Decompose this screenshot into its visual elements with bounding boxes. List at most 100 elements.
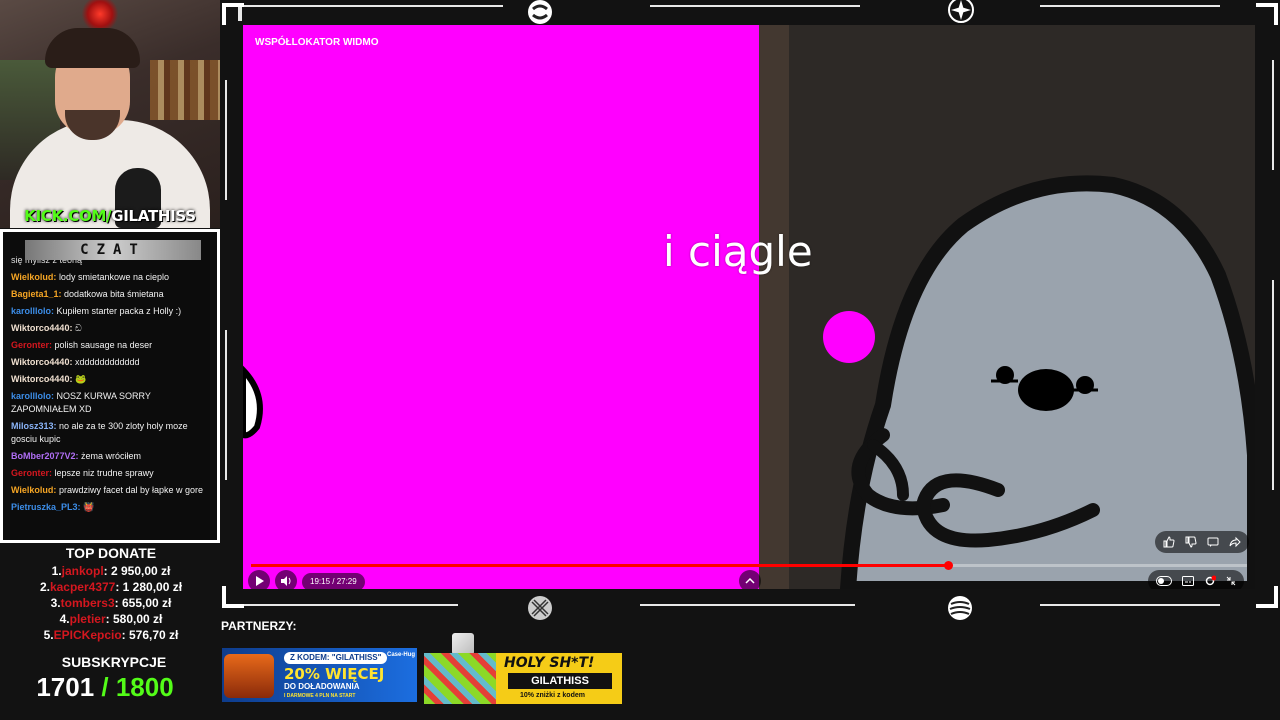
video-title: WSPÓŁLOKATOR WIDMO xyxy=(255,37,379,48)
treasure-chest-icon xyxy=(224,654,274,698)
donate-amount: : 655,00 zł xyxy=(114,596,172,610)
donate-name: EPICKepcio xyxy=(53,628,122,642)
partner1-code: Z KODEM: "GILATHISS" xyxy=(284,652,388,664)
chat-message: Bagieta1_1: dodatkowa bita śmietana xyxy=(11,288,211,301)
chat-message-text: 🐸 xyxy=(74,374,87,384)
chat-message: Wielkolud: prawdziwy facet dal by łapke … xyxy=(11,484,211,497)
donate-entry: 1.jankopl: 2 950,00 zł xyxy=(0,563,222,579)
thumbs-down-icon[interactable] xyxy=(1185,536,1197,548)
chat-message-text: xdddddddddddd xyxy=(74,357,140,367)
chat-username[interactable]: Bagieta1_1: xyxy=(11,289,62,299)
frame-corner xyxy=(1256,3,1278,25)
donate-name: tombers3 xyxy=(60,596,115,610)
chat-message-text: Kupiłem starter packa z Holly :) xyxy=(56,306,182,316)
video-progress-bar[interactable] xyxy=(251,561,1247,570)
play-button[interactable] xyxy=(248,570,270,589)
red-lamp xyxy=(80,0,120,28)
partner2-code: GILATHISS xyxy=(508,673,612,689)
chat-message-text: lepsze niz trudne sprawy xyxy=(54,468,154,478)
chat-message-text: prawdziwy facet dal by łapke w gore xyxy=(58,485,204,495)
chat-username[interactable]: karolllolo: xyxy=(11,306,54,316)
stream-overlay: KICK.COM/GILATHISS się mylisz z teorią W… xyxy=(0,0,1280,720)
volume-icon xyxy=(280,576,290,586)
toggle-icon[interactable] xyxy=(1156,576,1172,586)
frame-line-right xyxy=(1272,280,1274,490)
donate-rank: 5. xyxy=(43,628,54,642)
donate-amount: : 576,70 zł xyxy=(121,628,179,642)
chat-username[interactable]: Wielkolud: xyxy=(11,272,56,282)
chat-message-text: 👹 xyxy=(83,502,95,512)
subs-current: 1701 xyxy=(36,672,95,702)
chat-username[interactable]: Wiktorco4440: xyxy=(11,374,72,384)
top-donate-title: TOP DONATE xyxy=(65,545,157,561)
chat-message: Milosz313: no ale za te 300 zloty holy m… xyxy=(11,420,211,446)
frame-corner xyxy=(222,3,244,25)
chat-username[interactable]: Geronter: xyxy=(11,340,52,350)
chat-panel: się mylisz z teorią Wielkolud: lody smie… xyxy=(0,229,220,543)
ghost-illustration xyxy=(243,175,1255,589)
shelf xyxy=(150,60,220,120)
frame-line-top xyxy=(650,5,860,7)
captions-icon[interactable] xyxy=(1182,576,1194,586)
chat-message: Pietruszka_PL3: 👹 xyxy=(11,501,211,514)
partner2-note: 10% zniżki z kodem xyxy=(520,692,585,699)
frame-line-left xyxy=(225,80,227,200)
channel-prefix: KICK.COM/ xyxy=(24,207,112,225)
video-player[interactable]: WSPÓŁLOKATOR WIDMO i ciągle 19:15 / 27:2… xyxy=(243,25,1255,589)
chat-message-list[interactable]: się mylisz z teorią Wielkolud: lody smie… xyxy=(11,256,211,518)
chat-header: CZAT xyxy=(25,240,201,260)
partner1-subline: DO DOŁADOWANIA xyxy=(284,682,360,691)
frame-line-bottom xyxy=(243,604,458,606)
chat-username[interactable]: karolllolo: xyxy=(11,391,54,401)
product-boxes-icon xyxy=(424,653,496,704)
frame-line-top xyxy=(243,5,503,7)
chat-username[interactable]: Geronter: xyxy=(11,468,52,478)
fullscreen-icon[interactable] xyxy=(1226,576,1236,586)
chat-username[interactable]: Wiktorco4440: xyxy=(11,357,72,367)
donate-entry: 4.pletier: 580,00 zł xyxy=(0,611,222,627)
volume-button[interactable] xyxy=(275,570,297,589)
donate-name: pletier xyxy=(69,612,106,626)
chat-message-text: żema wróciłem xyxy=(81,451,142,461)
donate-rank: 4. xyxy=(59,612,70,626)
donate-name: kacper4377 xyxy=(49,580,116,594)
donate-amount: : 2 950,00 zł xyxy=(103,564,171,578)
partner1-headline: 20% WIĘCEJ xyxy=(284,665,385,683)
partner-banner-casehug[interactable]: Z KODEM: "GILATHISS" Case-Hug 20% WIĘCEJ… xyxy=(222,648,417,702)
webcam-feed xyxy=(0,0,220,228)
crosshatch-icon xyxy=(528,596,552,620)
chat-message: Geronter: lepsze niz trudne sprawy xyxy=(11,467,211,480)
donate-entry: 3.tombers3: 655,00 zł xyxy=(0,595,222,611)
donate-rank: 2. xyxy=(39,580,50,594)
logo-icon xyxy=(528,0,552,24)
chat-username[interactable]: Pietruszka_PL3: xyxy=(11,502,81,512)
donate-entry: 5.EPICKepcio: 576,70 zł xyxy=(0,627,222,643)
subs-counter: 1701 / 1800 xyxy=(0,672,210,703)
thumbs-up-icon[interactable] xyxy=(1163,536,1175,548)
comment-icon[interactable] xyxy=(1207,536,1219,548)
partner-banner-holy[interactable]: HOLY SH*T! GILATHISS 10% zniżki z kodem xyxy=(424,653,622,704)
channel-banner: KICK.COM/GILATHISS xyxy=(0,207,220,229)
streamer-hair xyxy=(45,28,140,68)
chat-username[interactable]: Wiktorco4440: xyxy=(11,323,72,333)
top-donate-list: 1.jankopl: 2 950,00 zł 2.kacper4377: 1 28… xyxy=(0,563,222,643)
frame-line-right xyxy=(1272,60,1274,170)
play-icon xyxy=(255,576,264,586)
chat-username[interactable]: BoMber2077V2: xyxy=(11,451,79,461)
video-progress-fill xyxy=(251,564,949,567)
share-icon[interactable] xyxy=(1229,536,1241,548)
partner2-title: HOLY SH*T! xyxy=(504,655,595,671)
compass-icon xyxy=(948,0,974,23)
frame-corner xyxy=(222,586,244,608)
partners-label: PARTNERZY: xyxy=(221,619,297,633)
chat-message: Wiktorco4440: 🐸 xyxy=(11,373,211,386)
partner1-brand: Case-Hug xyxy=(387,652,416,658)
chat-username[interactable]: Milosz313: xyxy=(11,421,57,431)
settings-icon[interactable] xyxy=(1204,575,1216,587)
frame-line-bottom xyxy=(640,604,855,606)
chat-username[interactable]: Wielkolud: xyxy=(11,485,56,495)
donate-rank: 1. xyxy=(51,564,62,578)
frame-line-bottom xyxy=(1040,604,1220,606)
chapters-button[interactable] xyxy=(739,570,761,589)
subs-goal: / 1800 xyxy=(94,672,174,702)
